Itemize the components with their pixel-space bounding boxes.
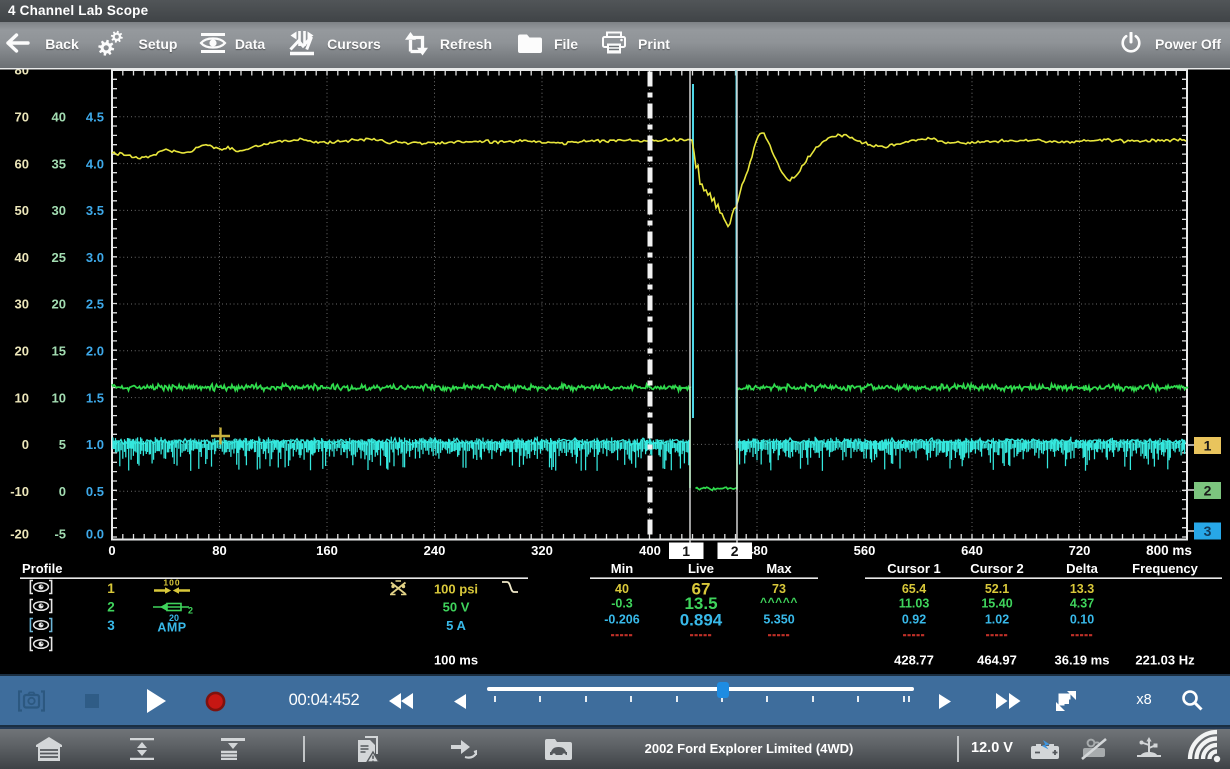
svg-text:400: 400 [639, 543, 661, 558]
svg-text:13.3: 13.3 [1070, 582, 1094, 596]
svg-text:25: 25 [52, 250, 66, 265]
svg-text:560: 560 [854, 543, 876, 558]
svg-text:720: 720 [1069, 543, 1091, 558]
svg-text:221.03 Hz: 221.03 Hz [1135, 653, 1195, 668]
svg-text:1: 1 [682, 543, 690, 559]
svg-text:20: 20 [15, 344, 29, 359]
svg-text:15: 15 [52, 344, 66, 359]
svg-text:50 V: 50 V [443, 600, 470, 615]
svg-text:100: 100 [163, 578, 180, 588]
svg-text:0.894: 0.894 [680, 610, 723, 629]
svg-text:1: 1 [1204, 438, 1212, 454]
svg-text:4.37: 4.37 [1070, 597, 1094, 611]
svg-text:2: 2 [1204, 483, 1212, 499]
svg-text:0: 0 [108, 543, 115, 558]
svg-text:AMP: AMP [157, 621, 186, 635]
svg-text:70: 70 [15, 110, 29, 125]
svg-text:Live: Live [688, 561, 714, 576]
svg-text:0: 0 [59, 484, 66, 499]
svg-text:40: 40 [15, 250, 29, 265]
svg-text:40: 40 [615, 582, 629, 596]
svg-text:5.350: 5.350 [763, 612, 794, 626]
svg-text:36.19 ms: 36.19 ms [1055, 653, 1110, 668]
svg-text:800 ms: 800 ms [1146, 543, 1192, 558]
svg-text:Cursor 1: Cursor 1 [887, 561, 940, 576]
svg-text:1.02: 1.02 [985, 612, 1009, 626]
svg-text:-20: -20 [10, 527, 29, 542]
svg-text:2.0: 2.0 [86, 344, 104, 359]
svg-text:30: 30 [52, 203, 66, 218]
svg-text:Delta: Delta [1066, 561, 1099, 576]
svg-text:73: 73 [772, 582, 786, 596]
svg-text:0: 0 [22, 437, 29, 452]
svg-text:50: 50 [15, 203, 29, 218]
svg-text:3: 3 [1204, 523, 1212, 539]
svg-text:4.0: 4.0 [86, 156, 104, 171]
svg-text:640: 640 [961, 543, 983, 558]
svg-text:-0.206: -0.206 [604, 612, 639, 626]
svg-text:60: 60 [15, 156, 29, 171]
svg-text:160: 160 [316, 543, 338, 558]
svg-text:-5: -5 [54, 527, 66, 542]
svg-text:1.5: 1.5 [86, 390, 104, 405]
svg-text:-10: -10 [10, 484, 29, 499]
svg-text:11.03: 11.03 [899, 597, 930, 611]
svg-text:Profile: Profile [22, 561, 62, 576]
svg-text:2.5: 2.5 [86, 297, 104, 312]
svg-text:2: 2 [731, 543, 739, 559]
svg-text:65.4: 65.4 [902, 582, 926, 596]
svg-text:80: 80 [212, 543, 226, 558]
svg-text:4.5: 4.5 [86, 110, 104, 125]
svg-text:1: 1 [107, 581, 115, 596]
svg-text:40: 40 [52, 110, 66, 125]
svg-text:3.0: 3.0 [86, 250, 104, 265]
svg-text:35: 35 [52, 156, 66, 171]
svg-text:3: 3 [107, 618, 115, 633]
svg-text:240: 240 [424, 543, 446, 558]
svg-text:2: 2 [107, 600, 115, 615]
svg-text:428.77: 428.77 [894, 653, 934, 668]
svg-text:Max: Max [766, 561, 792, 576]
svg-text:0.0: 0.0 [86, 527, 104, 542]
svg-text:Min: Min [611, 561, 633, 576]
svg-text:-0.3: -0.3 [611, 597, 633, 611]
svg-text:30: 30 [15, 297, 29, 312]
svg-text:5: 5 [59, 437, 66, 452]
svg-text:5 A: 5 A [446, 618, 466, 633]
svg-text:2: 2 [188, 606, 193, 616]
svg-text:20: 20 [52, 297, 66, 312]
svg-text:1.0: 1.0 [86, 437, 104, 452]
svg-text:3.5: 3.5 [86, 203, 104, 218]
svg-text:0.5: 0.5 [86, 484, 104, 499]
svg-text:0.10: 0.10 [1070, 612, 1094, 626]
svg-text:Frequency: Frequency [1132, 561, 1199, 576]
svg-text:10: 10 [15, 390, 29, 405]
svg-text:52.1: 52.1 [985, 582, 1009, 596]
svg-text:^^^^^: ^^^^^ [760, 595, 798, 609]
svg-text:0.92: 0.92 [902, 612, 926, 626]
svg-text:464.97: 464.97 [977, 653, 1017, 668]
svg-text:10: 10 [52, 390, 66, 405]
svg-text:320: 320 [531, 543, 553, 558]
svg-text:Cursor 2: Cursor 2 [970, 561, 1023, 576]
svg-text:15.40: 15.40 [981, 597, 1012, 611]
svg-text:100 ms: 100 ms [434, 653, 478, 668]
svg-text:100 psi: 100 psi [434, 582, 478, 597]
